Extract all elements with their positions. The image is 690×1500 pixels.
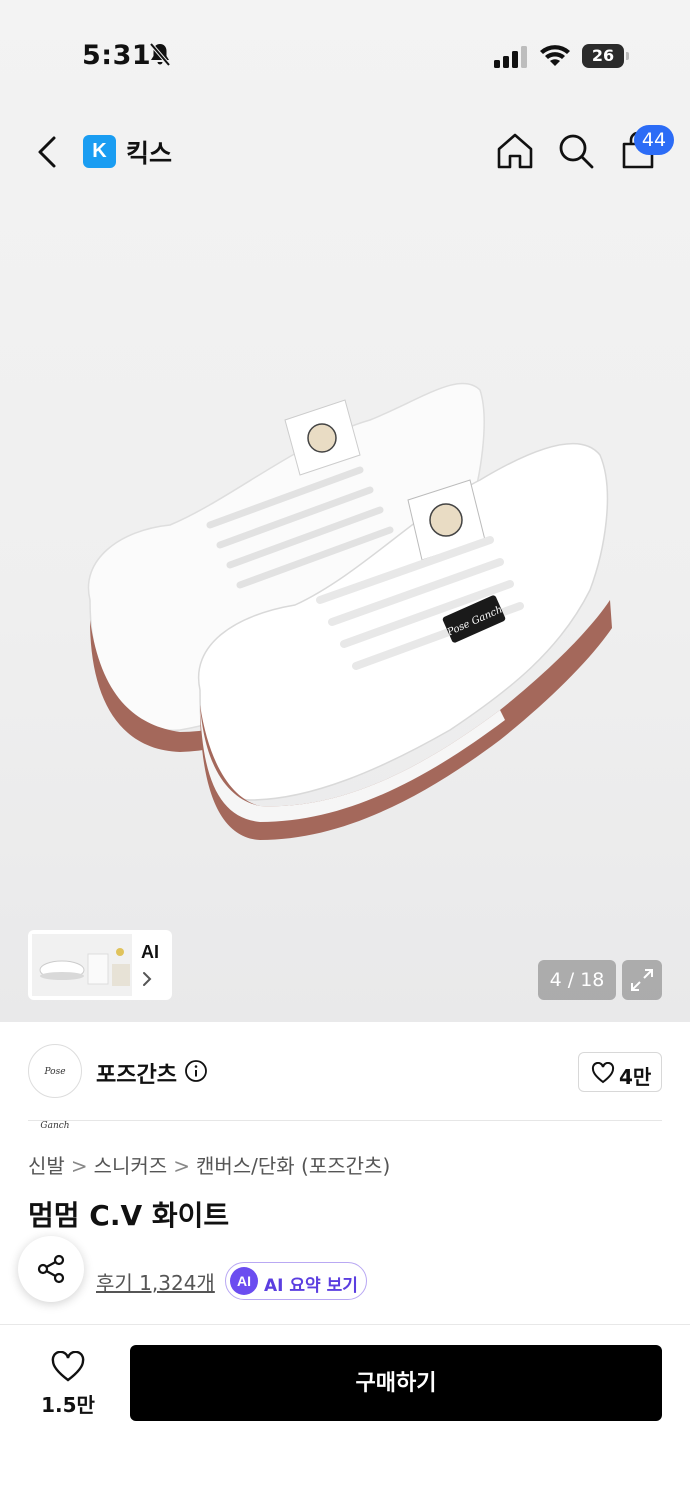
brand-like-count: 4만 [619,1065,652,1089]
search-icon[interactable] [556,130,596,172]
signal-icon [494,46,527,68]
wishlist-count: 1.5만 [41,1393,95,1417]
store-logo[interactable]: K [83,135,116,168]
breadcrumb-item[interactable]: 신발 [28,1154,65,1178]
chevron-right-icon [143,972,152,986]
review-count-link[interactable]: 후기 1,324개 [96,1267,215,1296]
share-icon [37,1254,65,1284]
chevron-right-icon: > [173,1154,190,1178]
battery-level: 26 [582,44,624,68]
brand-row: Pose Ganch 포즈간츠 4만 [0,1022,690,1131]
back-chevron-icon[interactable] [30,132,66,172]
heart-icon[interactable] [50,1351,86,1383]
product-image[interactable]: Pose Ganch [60,360,630,860]
heart-icon [591,1062,615,1084]
wifi-icon [540,45,570,66]
cart-count-badge: 44 [634,125,674,155]
buy-button[interactable]: 구매하기 [130,1345,662,1421]
battery-icon: 26 [582,44,630,68]
home-icon[interactable] [494,130,536,172]
product-gallery[interactable]: 5:31 26 K 킥스 44 Pose Ganch AI 4 / 18 [0,0,690,1022]
review-row: 후기 1,324개 AI AI 요약 보기 [0,1236,690,1314]
top-nav: K 킥스 44 [0,118,690,188]
brand-name[interactable]: 포즈간츠 [96,1057,177,1089]
store-name[interactable]: 킥스 [126,134,172,170]
divider [28,1120,662,1121]
brand-like-button[interactable]: 4만 [578,1052,662,1092]
product-title: 멈멈 C.V 화이트 [28,1199,230,1232]
status-time: 5:31 [82,40,152,71]
expand-button[interactable] [622,960,662,1000]
expand-icon [631,969,653,991]
thumbnail-ai-label: AI [141,942,159,962]
bell-slash-icon [149,42,171,67]
chevron-right-icon: > [70,1154,88,1178]
breadcrumb-item[interactable]: 캔버스/단화 (포즈간츠) [196,1154,390,1178]
ai-badge-icon: AI [230,1267,258,1295]
info-icon[interactable] [184,1059,208,1083]
breadcrumb-item[interactable]: 스니커즈 [94,1154,168,1178]
brand-logo[interactable]: Pose Ganch [28,1044,82,1131]
status-bar: 5:31 26 [0,0,690,110]
bottom-action-bar: 1.5만 구매하기 [0,1324,690,1500]
ai-thumbnail-strip[interactable]: AI [28,930,172,1000]
image-counter: 4 / 18 [538,960,616,1000]
ai-summary-button[interactable]: AI AI 요약 보기 [225,1262,367,1300]
thumbnail-image[interactable] [32,934,132,996]
share-button[interactable] [18,1236,84,1302]
ai-summary-label: AI 요약 보기 [264,1276,358,1296]
breadcrumb: 신발 > 스니커즈 > 캔버스/단화 (포즈간츠) [28,1150,390,1179]
